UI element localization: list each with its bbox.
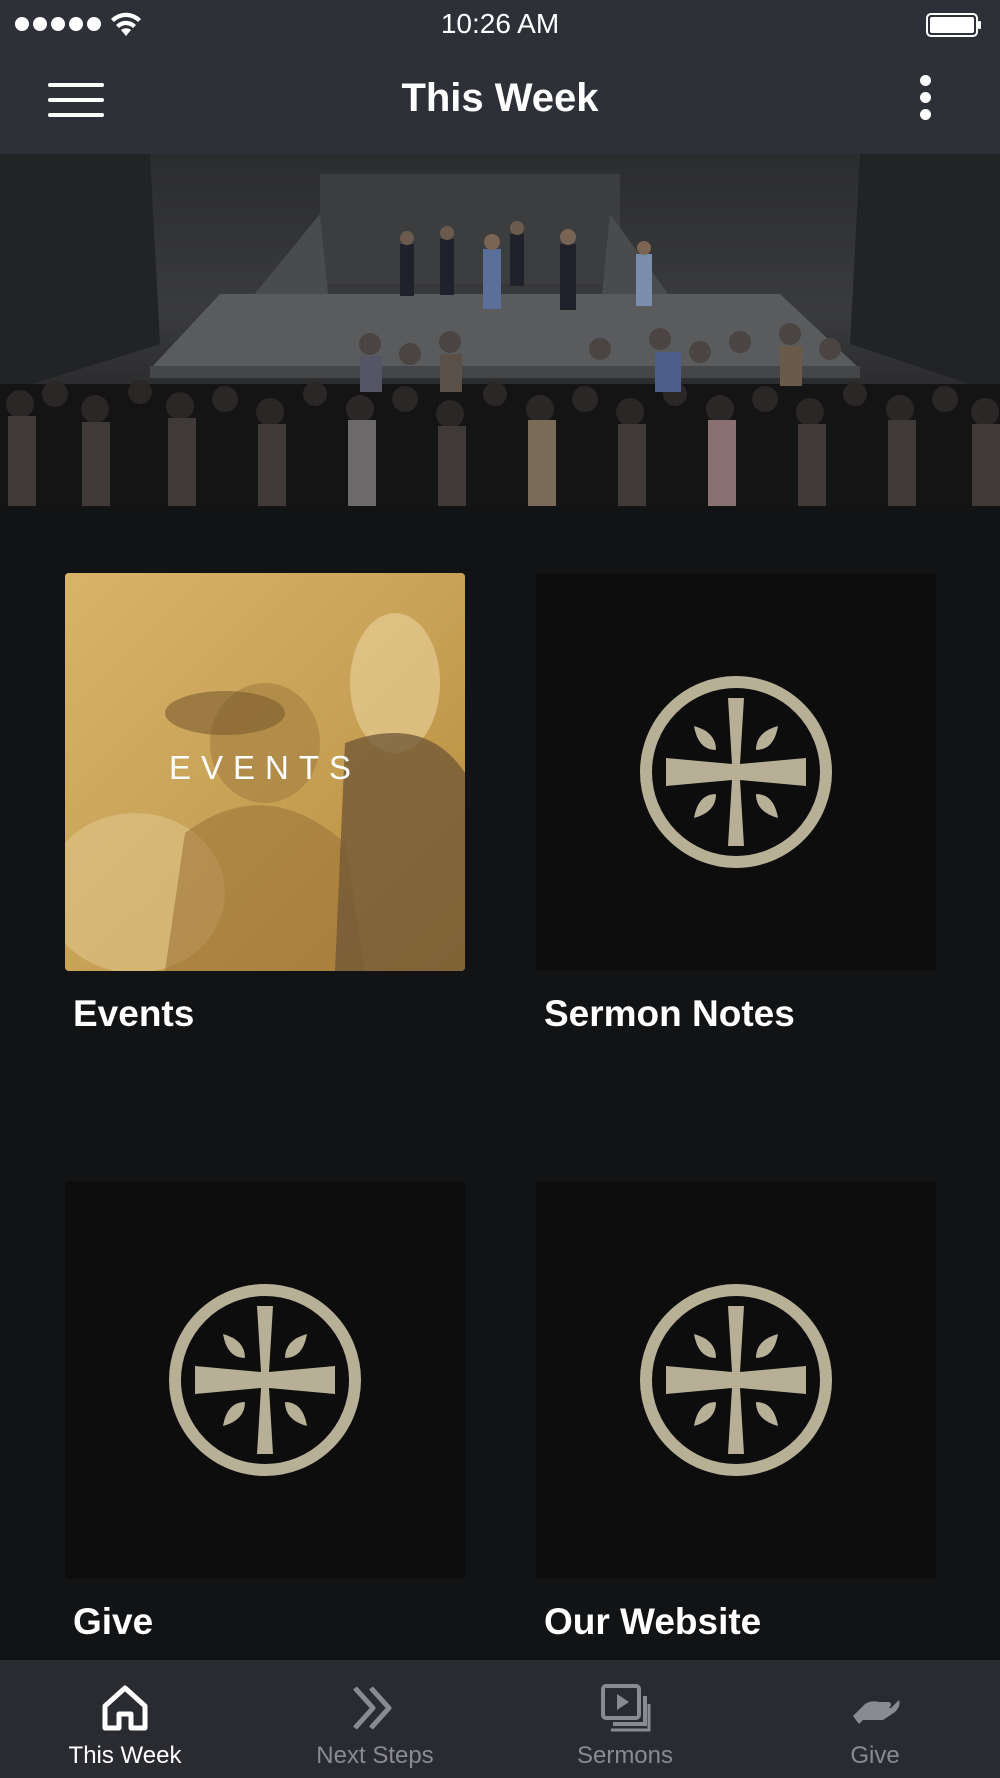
tab-label-sermons: Sermons xyxy=(576,1742,674,1769)
tab-this-week[interactable]: This Week xyxy=(0,1660,250,1778)
tile-label-sermon-notes: Sermon Notes xyxy=(544,993,795,1034)
tab-label-give: Give xyxy=(850,1742,900,1769)
tab-give[interactable]: Give xyxy=(750,1660,1000,1778)
tile-our-website[interactable]: Our Website xyxy=(536,1181,936,1643)
tab-label-this-week: This Week xyxy=(68,1742,182,1769)
home-icon xyxy=(102,1685,148,1731)
church-cross-emblem-icon xyxy=(169,1284,361,1476)
tile-label-events: Events xyxy=(73,993,195,1034)
status-bar: 10:26 AM xyxy=(0,0,1000,50)
hand-give-icon xyxy=(853,1700,900,1724)
navigation-bar: This Week xyxy=(0,50,1000,154)
tab-sermons[interactable]: Sermons xyxy=(500,1660,750,1778)
battery-icon xyxy=(926,13,981,37)
tile-label-our-website: Our Website xyxy=(544,1601,762,1642)
double-chevron-icon xyxy=(353,1686,392,1730)
video-stack-icon xyxy=(601,1684,651,1732)
tile-events[interactable]: EVENTS Events xyxy=(65,573,465,1035)
tile-sermon-notes[interactable]: Sermon Notes xyxy=(536,573,936,1035)
tab-next-steps[interactable]: Next Steps xyxy=(250,1660,500,1778)
tab-bar: This Week Next Steps Sermons Give xyxy=(0,1660,1000,1778)
events-image: EVENTS xyxy=(65,573,465,971)
page-title: This Week xyxy=(401,76,599,120)
tile-give[interactable]: Give xyxy=(65,1181,465,1643)
sermon-notes-image xyxy=(536,573,936,971)
our-website-image xyxy=(536,1181,936,1579)
tab-label-next-steps: Next Steps xyxy=(316,1742,434,1769)
tile-label-give: Give xyxy=(73,1601,154,1642)
events-image-text: EVENTS xyxy=(168,749,362,786)
church-cross-emblem-icon xyxy=(640,676,832,868)
more-options-icon[interactable] xyxy=(910,75,940,131)
hero-image xyxy=(0,154,1000,506)
status-time: 10:26 AM xyxy=(440,8,560,39)
give-image xyxy=(65,1181,465,1579)
church-cross-emblem-icon xyxy=(640,1284,832,1476)
